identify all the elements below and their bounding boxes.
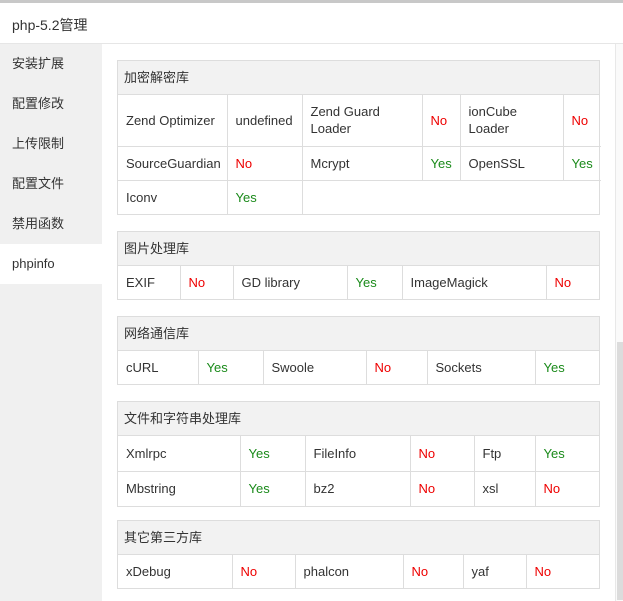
ext-name: Sockets [427, 351, 536, 384]
scrollbar-thumb[interactable] [617, 342, 623, 600]
ext-name: cURL [118, 351, 199, 384]
window-header: php-5.2管理 [0, 3, 623, 44]
section-title: 文件和字符串处理库 [118, 402, 599, 436]
ext-name: Ftp [474, 436, 536, 472]
section-encryption: 加密解密库 Zend Optimizer undefined Zend Guar… [117, 60, 601, 215]
ext-name: xDebug [118, 555, 233, 588]
ext-name: FileInfo [305, 436, 411, 472]
ext-status: No [227, 146, 303, 181]
ext-name: bz2 [305, 471, 411, 506]
phpinfo-panel: 加密解密库 Zend Optimizer undefined Zend Guar… [102, 44, 615, 601]
ext-status: Yes [347, 266, 403, 299]
table-row: SourceGuardian No Mcrypt Yes OpenSSL Yes [118, 146, 601, 181]
ext-name: GD library [233, 266, 348, 299]
ext-name: Zend Guard Loader [302, 95, 423, 147]
ext-status: undefined [227, 95, 303, 147]
window-title: php-5.2管理 [12, 17, 88, 33]
ext-status: No [534, 564, 552, 579]
ext-name: Zend Optimizer [118, 95, 228, 147]
sidebar-item-upload-limit[interactable]: 上传限制 [0, 124, 102, 164]
ext-name: phalcon [295, 555, 404, 588]
ext-status: No [410, 471, 475, 506]
ext-name: EXIF [118, 266, 181, 299]
sidebar-item-config-file[interactable]: 配置文件 [0, 164, 102, 204]
ext-status: Yes [422, 146, 461, 181]
ext-status: No [180, 266, 234, 299]
sidebar-item-install-extension[interactable]: 安装扩展 [0, 44, 102, 84]
section-title: 加密解密库 [118, 61, 599, 95]
ext-status: No [232, 555, 296, 588]
ext-name: Xmlrpc [118, 436, 241, 472]
table-row: Iconv Yes [118, 180, 601, 214]
ext-name: SourceGuardian [118, 146, 228, 181]
sidebar: 安装扩展 配置修改 上传限制 配置文件 禁用函数 phpinfo [0, 44, 102, 601]
extension-table: cURL Yes Swoole No Sockets Yes [118, 351, 599, 384]
extension-table: Xmlrpc Yes FileInfo No Ftp Yes Mbstring … [118, 436, 599, 506]
table-row: Zend Optimizer undefined Zend Guard Load… [118, 95, 601, 147]
ext-name: ImageMagick [402, 266, 547, 299]
ext-status: No [366, 351, 428, 384]
section-title: 图片处理库 [118, 232, 599, 266]
extension-table: Zend Optimizer undefined Zend Guard Load… [118, 95, 601, 214]
vertical-scrollbar[interactable] [615, 44, 623, 601]
section-files: 文件和字符串处理库 Xmlrpc Yes FileInfo No Ftp Yes… [117, 401, 600, 507]
ext-status: Yes [240, 436, 306, 472]
ext-status: Yes [563, 146, 601, 181]
ext-status: No [563, 95, 601, 147]
extension-table: xDebug No phalcon No yaf No [118, 555, 601, 588]
table-row: xDebug No phalcon No yaf No [118, 555, 601, 588]
ext-name: ionCube Loader [460, 95, 564, 147]
table-row: Xmlrpc Yes FileInfo No Ftp Yes [118, 436, 599, 472]
ext-status: No [554, 275, 572, 290]
table-row: Mbstring Yes bz2 No xsl No [118, 471, 599, 506]
ext-status: No [410, 436, 475, 472]
ext-status: No [403, 555, 464, 588]
ext-name: Swoole [263, 351, 367, 384]
table-row: cURL Yes Swoole No Sockets Yes [118, 351, 599, 384]
ext-status: No [543, 481, 561, 497]
ext-name: Mcrypt [302, 146, 423, 181]
sidebar-item-phpinfo[interactable]: phpinfo [0, 244, 102, 284]
section-title: 其它第三方库 [118, 521, 599, 555]
sidebar-item-disabled-functions[interactable]: 禁用函数 [0, 204, 102, 244]
sidebar-item-config-modify[interactable]: 配置修改 [0, 84, 102, 124]
ext-status: No [422, 95, 461, 147]
section-network: 网络通信库 cURL Yes Swoole No Sockets Yes [117, 316, 600, 385]
ext-name: Mbstring [118, 471, 241, 506]
ext-name: xsl [474, 471, 536, 506]
ext-status: Yes [240, 471, 306, 506]
section-thirdparty: 其它第三方库 xDebug No phalcon No yaf No [117, 520, 600, 589]
extension-table: EXIF No GD library Yes ImageMagick No [118, 266, 599, 299]
ext-name: Iconv [118, 180, 228, 214]
ext-status: Yes [227, 180, 303, 214]
ext-status: Yes [198, 351, 264, 384]
empty-cell [302, 180, 601, 214]
section-title: 网络通信库 [118, 317, 599, 351]
table-row: EXIF No GD library Yes ImageMagick No [118, 266, 599, 299]
section-image: 图片处理库 EXIF No GD library Yes ImageMagick… [117, 231, 600, 300]
ext-status: Yes [535, 436, 599, 472]
ext-status: Yes [543, 360, 565, 375]
ext-name: yaf [463, 555, 527, 588]
ext-name: OpenSSL [460, 146, 564, 181]
